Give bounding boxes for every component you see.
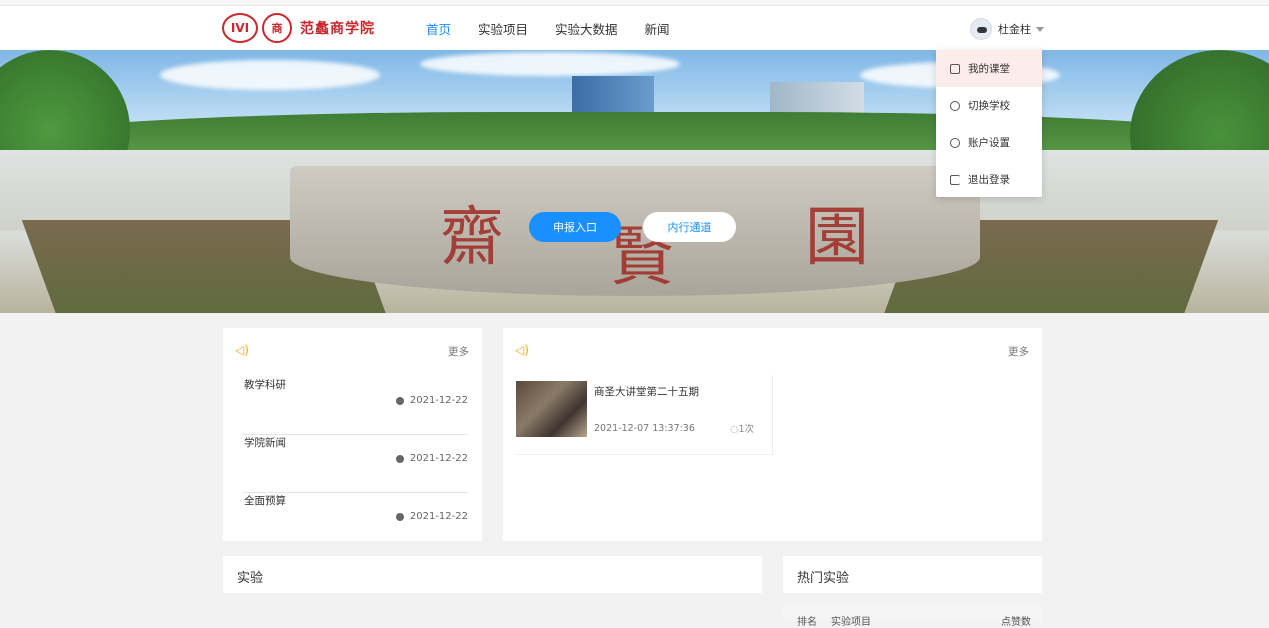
nav-item-home[interactable]: 首页 <box>426 19 451 38</box>
main-nav: 首页 实验项目 实验大数据 新闻 <box>426 6 697 50</box>
notice-title: 学院新闻 <box>244 437 286 449</box>
site-logo[interactable]: IVI 商 范蠡商学院 <box>222 13 375 43</box>
menu-item-my-classroom[interactable]: 我的课堂 <box>936 50 1042 87</box>
clock-icon <box>395 454 404 463</box>
section-title: 实验 <box>237 571 264 586</box>
nav-item-bigdata[interactable]: 实验大数据 <box>555 19 618 38</box>
play-icon <box>950 63 960 74</box>
logo-seal-icon: 商 <box>262 13 292 43</box>
notice-date: 2021-12-22 <box>395 453 468 464</box>
view-count: ◌1次 <box>730 424 754 435</box>
list-item[interactable]: 教学科研 2021-12-22 <box>243 377 468 435</box>
menu-item-account-settings[interactable]: 账户设置 <box>936 124 1042 161</box>
notice-title: 全面预算 <box>244 495 286 507</box>
news-item[interactable]: 商圣大讲堂第二十五期 2021-12-07 13:37:36 ◌1次 <box>516 375 773 455</box>
nav-item-projects[interactable]: 实验项目 <box>478 19 528 38</box>
menu-item-logout[interactable]: 退出登录 <box>936 161 1042 198</box>
news-card: ◁) 更多 商圣大讲堂第二十五期 2021-12-07 13:37:36 ◌1次 <box>503 328 1042 541</box>
list-item[interactable]: 全面预算 2021-12-22 <box>243 493 468 551</box>
nav-item-news[interactable]: 新闻 <box>645 19 670 38</box>
news-time: 2021-12-07 13:37:36 <box>594 423 695 434</box>
clock-icon <box>395 396 404 405</box>
user-menu[interactable]: 杜金柱 <box>970 16 1044 42</box>
cloud-shape <box>160 60 380 90</box>
logout-icon <box>950 174 960 185</box>
notice-more-link[interactable]: 更多 <box>448 344 469 359</box>
switch-icon <box>950 100 960 111</box>
user-name: 杜金柱 <box>998 23 1031 36</box>
list-item[interactable]: 学院新闻 2021-12-22 <box>243 435 468 493</box>
clock-icon <box>395 512 404 521</box>
user-dropdown-menu: 我的课堂 切换学校 账户设置 退出登录 <box>936 50 1042 197</box>
news-more-link[interactable]: 更多 <box>1008 344 1029 359</box>
cloud-shape <box>420 52 680 76</box>
site-header: IVI 商 范蠡商学院 首页 实验项目 实验大数据 新闻 杜金柱 <box>0 6 1269 50</box>
speaker-icon: ◁) <box>235 343 249 357</box>
notice-title: 教学科研 <box>244 379 286 391</box>
hero-banner: 齋 賢 園 <box>0 50 1269 313</box>
rank-table-header: 排名 实验项目 点赞数 <box>783 605 1042 628</box>
stone-inscription: 齋 <box>440 201 504 275</box>
avatar <box>970 18 992 40</box>
speaker-icon: ◁) <box>515 343 529 357</box>
notice-date: 2021-12-22 <box>395 511 468 522</box>
menu-item-switch-school[interactable]: 切换学校 <box>936 87 1042 124</box>
hot-experiments-section: 热门实验 <box>783 556 1042 593</box>
notice-card: ◁) 更多 教学科研 2021-12-22 学院新闻 2021-12-22 全面… <box>223 328 482 541</box>
chevron-down-icon <box>1036 26 1044 32</box>
apply-entry-button[interactable]: 申报入口 <box>529 212 621 242</box>
news-thumbnail <box>516 381 587 437</box>
stone-inscription: 園 <box>805 201 869 275</box>
stone-monument: 齋 賢 園 <box>290 166 980 296</box>
section-title: 热门实验 <box>797 571 850 586</box>
logo-text: 范蠡商学院 <box>300 21 375 37</box>
gear-icon <box>950 137 960 148</box>
news-title: 商圣大讲堂第二十五期 <box>594 386 699 398</box>
notice-date: 2021-12-22 <box>395 395 468 406</box>
internal-channel-button[interactable]: 内行通道 <box>643 212 736 242</box>
experiments-section: 实验 <box>223 556 762 593</box>
logo-seal-icon: IVI <box>222 13 258 43</box>
